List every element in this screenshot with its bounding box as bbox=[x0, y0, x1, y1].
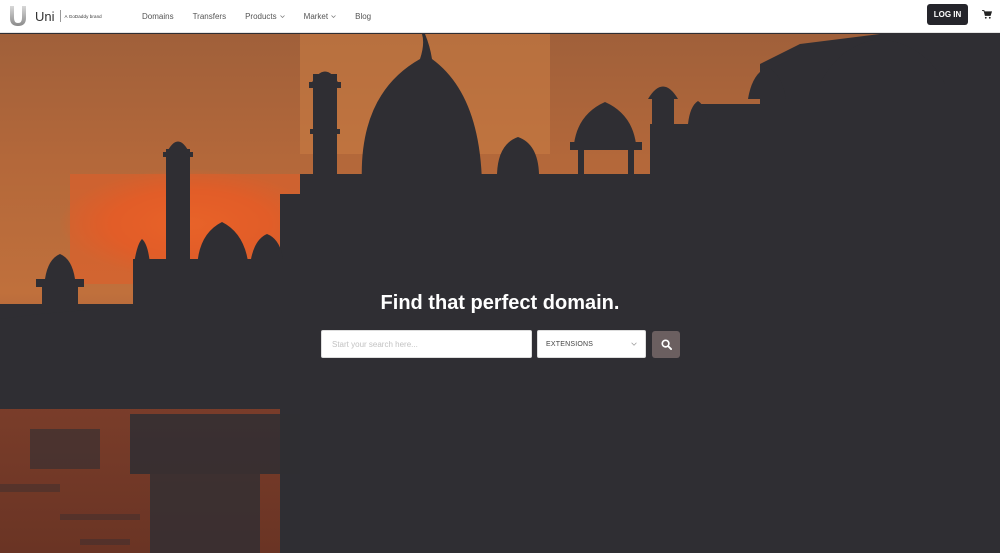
nav-item-label: Products bbox=[245, 12, 277, 21]
nav-item-label: Blog bbox=[355, 12, 372, 21]
brand-name: Uni bbox=[35, 8, 55, 24]
cart-icon[interactable] bbox=[982, 10, 992, 19]
top-navbar: Uni A GoDaddy brand Domains Transfers Pr… bbox=[0, 0, 1000, 33]
chevron-down-icon bbox=[279, 15, 285, 18]
nav-item-label: Market bbox=[303, 12, 329, 21]
chevron-down-icon bbox=[631, 342, 637, 346]
hero-headline: Find that perfect domain. bbox=[380, 292, 620, 314]
chevron-down-icon bbox=[331, 15, 336, 18]
nav-item-blog[interactable]: Blog bbox=[355, 12, 371, 21]
search-icon bbox=[660, 339, 672, 350]
nav-item-label: Transfers bbox=[192, 12, 227, 21]
nav-item-transfers[interactable]: Transfers bbox=[193, 12, 227, 21]
brand-logo[interactable]: Uni A GoDaddy brand bbox=[8, 5, 102, 27]
nav-item-domains[interactable]: Domains bbox=[142, 12, 174, 21]
main-nav: Domains Transfers Products Market Blog bbox=[142, 0, 390, 33]
login-button[interactable]: LOG IN bbox=[927, 4, 968, 25]
search-button[interactable] bbox=[652, 331, 680, 358]
nav-item-label: Domains bbox=[142, 12, 174, 21]
brand-tagline: A GoDaddy brand bbox=[64, 13, 102, 19]
brand-divider bbox=[59, 10, 61, 22]
domain-search-input[interactable] bbox=[321, 330, 532, 358]
hero-section: Find that perfect domain. EXTENSIONS bbox=[0, 34, 1000, 553]
uni-logo-icon bbox=[10, 6, 26, 26]
nav-item-products[interactable]: Products bbox=[245, 12, 285, 21]
extensions-dropdown-label: EXTENSIONS bbox=[546, 340, 594, 348]
nav-item-market[interactable]: Market bbox=[304, 12, 336, 21]
extensions-dropdown[interactable]: EXTENSIONS bbox=[537, 330, 646, 358]
